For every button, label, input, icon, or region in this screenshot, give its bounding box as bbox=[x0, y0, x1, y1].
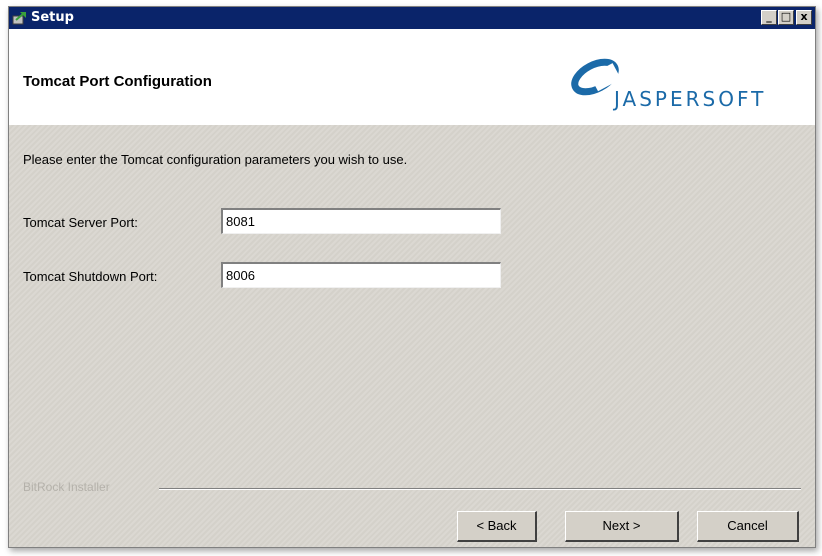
setup-app-icon bbox=[12, 12, 26, 25]
shutdown-port-input[interactable] bbox=[221, 262, 501, 288]
minimize-button[interactable]: _ bbox=[761, 10, 777, 25]
jaspersoft-logo: JASPERSOFT bbox=[569, 51, 799, 111]
setup-window: Setup _ □ x Tomcat Port Configuration JA… bbox=[8, 6, 816, 548]
cancel-button[interactable]: Cancel bbox=[697, 511, 799, 542]
next-button[interactable]: Next > bbox=[565, 511, 679, 542]
wizard-header: Tomcat Port Configuration JASPERSOFT bbox=[9, 29, 815, 127]
window-title: Setup bbox=[31, 10, 74, 25]
intro-text: Please enter the Tomcat configuration pa… bbox=[23, 152, 408, 167]
footer-divider bbox=[159, 488, 801, 490]
wizard-content: Please enter the Tomcat configuration pa… bbox=[9, 125, 815, 547]
server-port-input[interactable] bbox=[221, 208, 501, 234]
back-button[interactable]: < Back bbox=[457, 511, 537, 542]
shutdown-port-label: Tomcat Shutdown Port: bbox=[23, 269, 158, 284]
maximize-button[interactable]: □ bbox=[778, 10, 794, 25]
logo-text: JASPERSOFT bbox=[614, 87, 767, 111]
server-port-label: Tomcat Server Port: bbox=[23, 215, 138, 230]
installer-brand: BitRock Installer bbox=[23, 480, 110, 494]
title-bar[interactable]: Setup _ □ x bbox=[9, 7, 815, 29]
close-button[interactable]: x bbox=[796, 10, 812, 25]
page-title: Tomcat Port Configuration bbox=[23, 73, 212, 90]
